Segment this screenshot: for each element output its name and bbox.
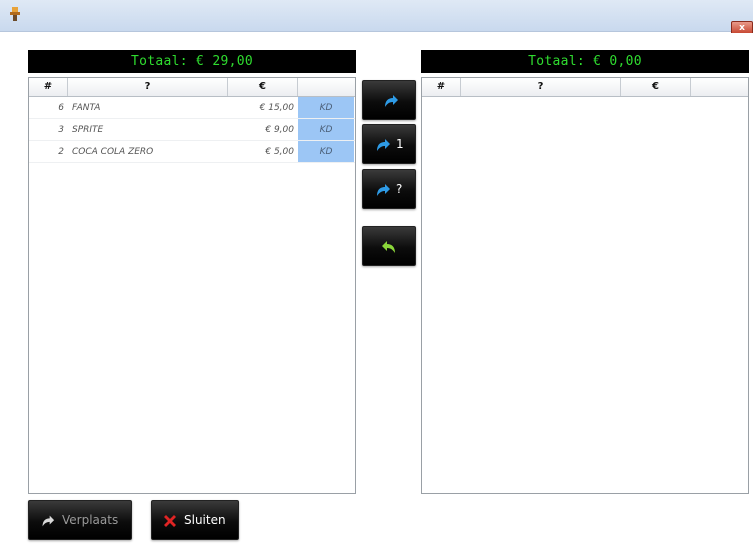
close-button[interactable]: Sluiten xyxy=(151,500,239,540)
left-total: Totaal: € 29,00 xyxy=(28,50,356,73)
table-row[interactable]: 6 FANTA € 15,00 KD xyxy=(29,97,355,119)
row-name: FANTA xyxy=(72,103,101,113)
left-order-grid[interactable]: # ? € 6 FANTA € 15,00 KD 3 SPRITE € 9,00… xyxy=(28,77,356,494)
column-header-qty[interactable]: # xyxy=(29,78,68,96)
redo-arrow-icon xyxy=(377,139,390,151)
left-grid-header: # ? € xyxy=(29,78,355,97)
column-header-price[interactable]: € xyxy=(621,78,691,96)
row-price: € 15,00 xyxy=(259,103,294,113)
column-header-price[interactable]: € xyxy=(228,78,298,96)
row-price: € 5,00 xyxy=(265,147,294,157)
table-row[interactable]: 2 COCA COLA ZERO € 5,00 KD xyxy=(29,141,355,163)
column-header-name[interactable]: ? xyxy=(68,78,228,96)
move-all-button[interactable] xyxy=(362,80,416,120)
column-header-name[interactable]: ? xyxy=(461,78,621,96)
table-row[interactable]: 3 SPRITE € 9,00 KD xyxy=(29,119,355,141)
right-order-grid[interactable]: # ? € xyxy=(421,77,749,494)
close-button-label: Sluiten xyxy=(184,513,226,527)
title-bar: x xyxy=(0,0,753,35)
row-qty: 2 xyxy=(58,147,64,157)
right-grid-header: # ? € xyxy=(422,78,748,97)
redo-arrow-icon xyxy=(385,95,398,107)
row-tag: KD xyxy=(298,119,354,140)
column-header-tag[interactable] xyxy=(691,78,747,96)
row-name: SPRITE xyxy=(72,125,104,135)
app-icon xyxy=(10,7,20,21)
move-button[interactable]: Verplaats xyxy=(28,500,132,540)
column-header-tag[interactable] xyxy=(298,78,354,96)
move-one-suffix: 1 xyxy=(396,137,404,151)
row-tag: KD xyxy=(298,97,354,118)
right-total: Totaal: € 0,00 xyxy=(421,50,749,73)
move-button-label: Verplaats xyxy=(62,513,119,527)
row-tag: KD xyxy=(298,141,354,162)
redo-arrow-icon xyxy=(377,184,390,196)
move-quantity-suffix: ? xyxy=(396,182,403,196)
close-x-icon xyxy=(164,515,176,527)
column-header-qty[interactable]: # xyxy=(422,78,461,96)
redo-arrow-icon xyxy=(42,515,55,527)
undo-arrow-icon xyxy=(382,241,395,253)
row-name: COCA COLA ZERO xyxy=(72,147,154,157)
row-price: € 9,00 xyxy=(265,125,294,135)
move-one-button[interactable]: 1 xyxy=(362,124,416,164)
undo-button[interactable] xyxy=(362,226,416,266)
move-quantity-button[interactable]: ? xyxy=(362,169,416,209)
row-qty: 6 xyxy=(58,103,64,113)
row-qty: 3 xyxy=(58,125,64,135)
